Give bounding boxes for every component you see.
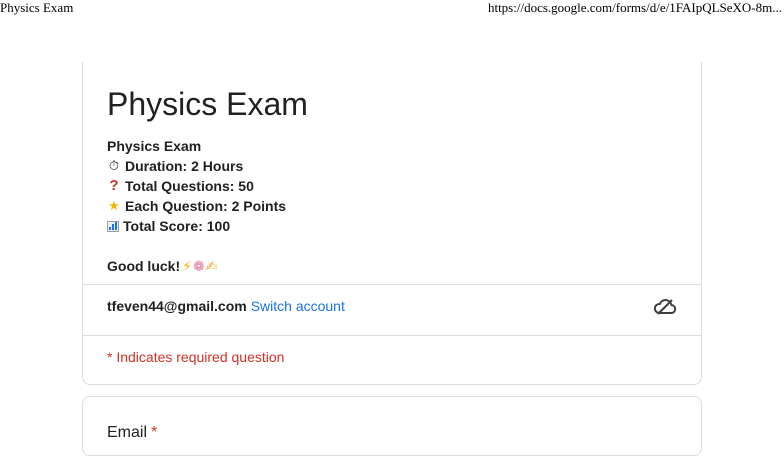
account-row: tfeven44@gmail.com Switch account xyxy=(107,296,345,316)
divider xyxy=(83,335,701,336)
account-email: tfeven44@gmail.com xyxy=(107,298,247,314)
description-each-question: ★ Each Question: 2 Points xyxy=(108,198,287,214)
description-heading: Physics Exam xyxy=(107,138,202,154)
switch-account-link[interactable]: Switch account xyxy=(251,296,345,316)
form-header-card: Physics Exam Physics Exam ⏱ Duration: 2 … xyxy=(82,62,702,385)
closing-emojis: ⚡❁✍ xyxy=(182,256,218,276)
description-total-questions: ? Total Questions: 50 xyxy=(107,176,286,196)
print-page-title: Physics Exam xyxy=(0,0,74,15)
star-icon: ★ xyxy=(108,198,120,213)
lightning-icon: ⚡ xyxy=(182,258,193,274)
cloud-save-icon[interactable] xyxy=(653,298,677,316)
stopwatch-icon: ⏱ xyxy=(108,158,120,173)
description-duration: ⏱ Duration: 2 Hours xyxy=(108,158,244,174)
print-page-url: https://docs.google.com/forms/d/e/1FAIpQ… xyxy=(487,0,782,15)
divider xyxy=(83,284,701,285)
form-description: Physics Exam ⏱ Duration: 2 Hours ? Total… xyxy=(107,136,286,276)
print-header: Physics Exam https://docs.google.com/for… xyxy=(0,0,784,18)
brain-icon: ❁ xyxy=(192,258,206,274)
question-mark-icon: ? xyxy=(109,177,119,194)
description-closing: Good luck! ⚡❁✍ xyxy=(107,256,219,276)
form-title: Physics Exam xyxy=(107,86,308,122)
bar-chart-icon xyxy=(107,220,119,232)
required-marker: * xyxy=(151,424,158,441)
required-note: * Indicates required question xyxy=(107,349,285,365)
question-card-email: Email * xyxy=(82,396,702,456)
description-total-score: Total Score: 100 xyxy=(107,216,286,236)
writing-hand-icon: ✍ xyxy=(205,258,219,274)
